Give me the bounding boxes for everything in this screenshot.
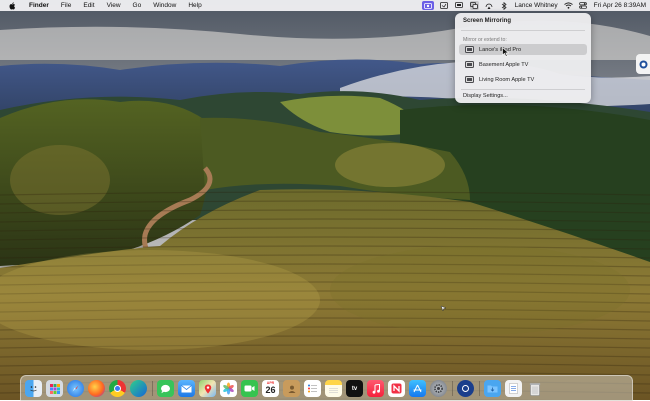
dock-firefox-icon[interactable]	[88, 380, 105, 397]
dock-facetime-icon[interactable]	[241, 380, 258, 397]
calendar-day: 26	[265, 385, 276, 395]
popover-divider	[461, 30, 585, 31]
apple-tv-icon	[465, 76, 474, 83]
ipad-icon	[465, 46, 474, 53]
dock-trash-icon[interactable]	[526, 380, 543, 397]
dock-documents-stack-icon[interactable]	[505, 380, 522, 397]
screen-capture-icon[interactable]	[440, 1, 449, 10]
dock-calendar-icon[interactable]: APR 26	[262, 380, 279, 397]
dock-finder-icon[interactable]	[25, 380, 42, 397]
dock-separator	[152, 381, 153, 396]
dock-downloads-folder-icon[interactable]	[484, 380, 501, 397]
app-tab-icon	[639, 60, 647, 68]
menu-edit[interactable]: Edit	[77, 0, 100, 11]
display-icon[interactable]	[455, 1, 464, 10]
menu-view[interactable]: View	[101, 0, 127, 11]
dock-edge-icon[interactable]	[130, 380, 147, 397]
appletv-glyph: tv	[351, 385, 358, 392]
dock-appletv-icon[interactable]: tv	[346, 380, 363, 397]
menu-go[interactable]: Go	[127, 0, 148, 11]
dock-messages-icon[interactable]	[157, 380, 174, 397]
fast-user-switching[interactable]: Lance Whitney	[515, 2, 558, 9]
dock-system-settings-icon[interactable]	[430, 380, 447, 397]
dock-launchpad-icon[interactable]	[46, 380, 63, 397]
apple-logo-icon[interactable]	[0, 1, 23, 10]
dock-separator	[479, 381, 480, 396]
menu-bar-left: Finder File Edit View Go Window Help	[0, 0, 208, 11]
dock-1password-icon[interactable]	[457, 380, 474, 397]
dock-notes-icon[interactable]	[325, 380, 342, 397]
menu-window[interactable]: Window	[147, 0, 182, 11]
dock-mail-icon[interactable]	[178, 380, 195, 397]
menu-app-name[interactable]: Finder	[23, 0, 55, 11]
popover-title: Screen Mirroring	[463, 18, 512, 24]
bluetooth-icon[interactable]	[500, 1, 509, 10]
device-ipad-pro[interactable]: Lance's iPad Pro	[459, 44, 587, 55]
popover-divider	[461, 89, 585, 90]
apple-tv-icon	[465, 61, 474, 68]
popover-subtitle: Mirror or extend to:	[463, 37, 507, 43]
device-basement-apple-tv[interactable]: Basement Apple TV	[459, 59, 587, 70]
mouse-pointer-icon	[502, 47, 510, 57]
dock-photos-icon[interactable]	[220, 380, 237, 397]
menu-file[interactable]: File	[55, 0, 77, 11]
dock-news-icon[interactable]	[388, 380, 405, 397]
screen-mirroring-popover: Screen Mirroring Mirror or extend to: La…	[455, 13, 591, 103]
dock-reminders-icon[interactable]	[304, 380, 321, 397]
dock-music-icon[interactable]	[367, 380, 384, 397]
menu-bar-right: Lance Whitney Fri Apr 26 8:39AM	[421, 0, 646, 11]
device-label: Lance's iPad Pro	[479, 46, 522, 53]
device-living-room-apple-tv[interactable]: Living Room Apple TV	[459, 74, 587, 85]
screen-mirroring-icon[interactable]	[469, 1, 479, 10]
menu-help[interactable]: Help	[182, 0, 207, 11]
secondary-pointer-icon	[440, 305, 447, 312]
dock-chrome-icon[interactable]	[109, 380, 126, 397]
dock: APR 26 tv	[20, 375, 633, 401]
floating-app-tab[interactable]	[636, 54, 650, 74]
dock-safari-icon[interactable]	[67, 380, 84, 397]
display-settings-link[interactable]: Display Settings...	[463, 93, 508, 99]
screen-record-icon[interactable]	[421, 1, 434, 10]
device-label: Basement Apple TV	[479, 61, 529, 68]
control-center-icon[interactable]	[579, 1, 588, 10]
dock-maps-icon[interactable]	[199, 380, 216, 397]
device-label: Living Room Apple TV	[479, 76, 535, 83]
wifi-icon[interactable]	[563, 1, 573, 10]
airplay-audio-icon[interactable]	[485, 1, 494, 10]
dock-separator	[452, 381, 453, 396]
menu-bar: Finder File Edit View Go Window Help Lan…	[0, 0, 650, 11]
menu-bar-clock[interactable]: Fri Apr 26 8:39AM	[594, 2, 646, 9]
dock-appstore-icon[interactable]	[409, 380, 426, 397]
dock-contacts-icon[interactable]	[283, 380, 300, 397]
